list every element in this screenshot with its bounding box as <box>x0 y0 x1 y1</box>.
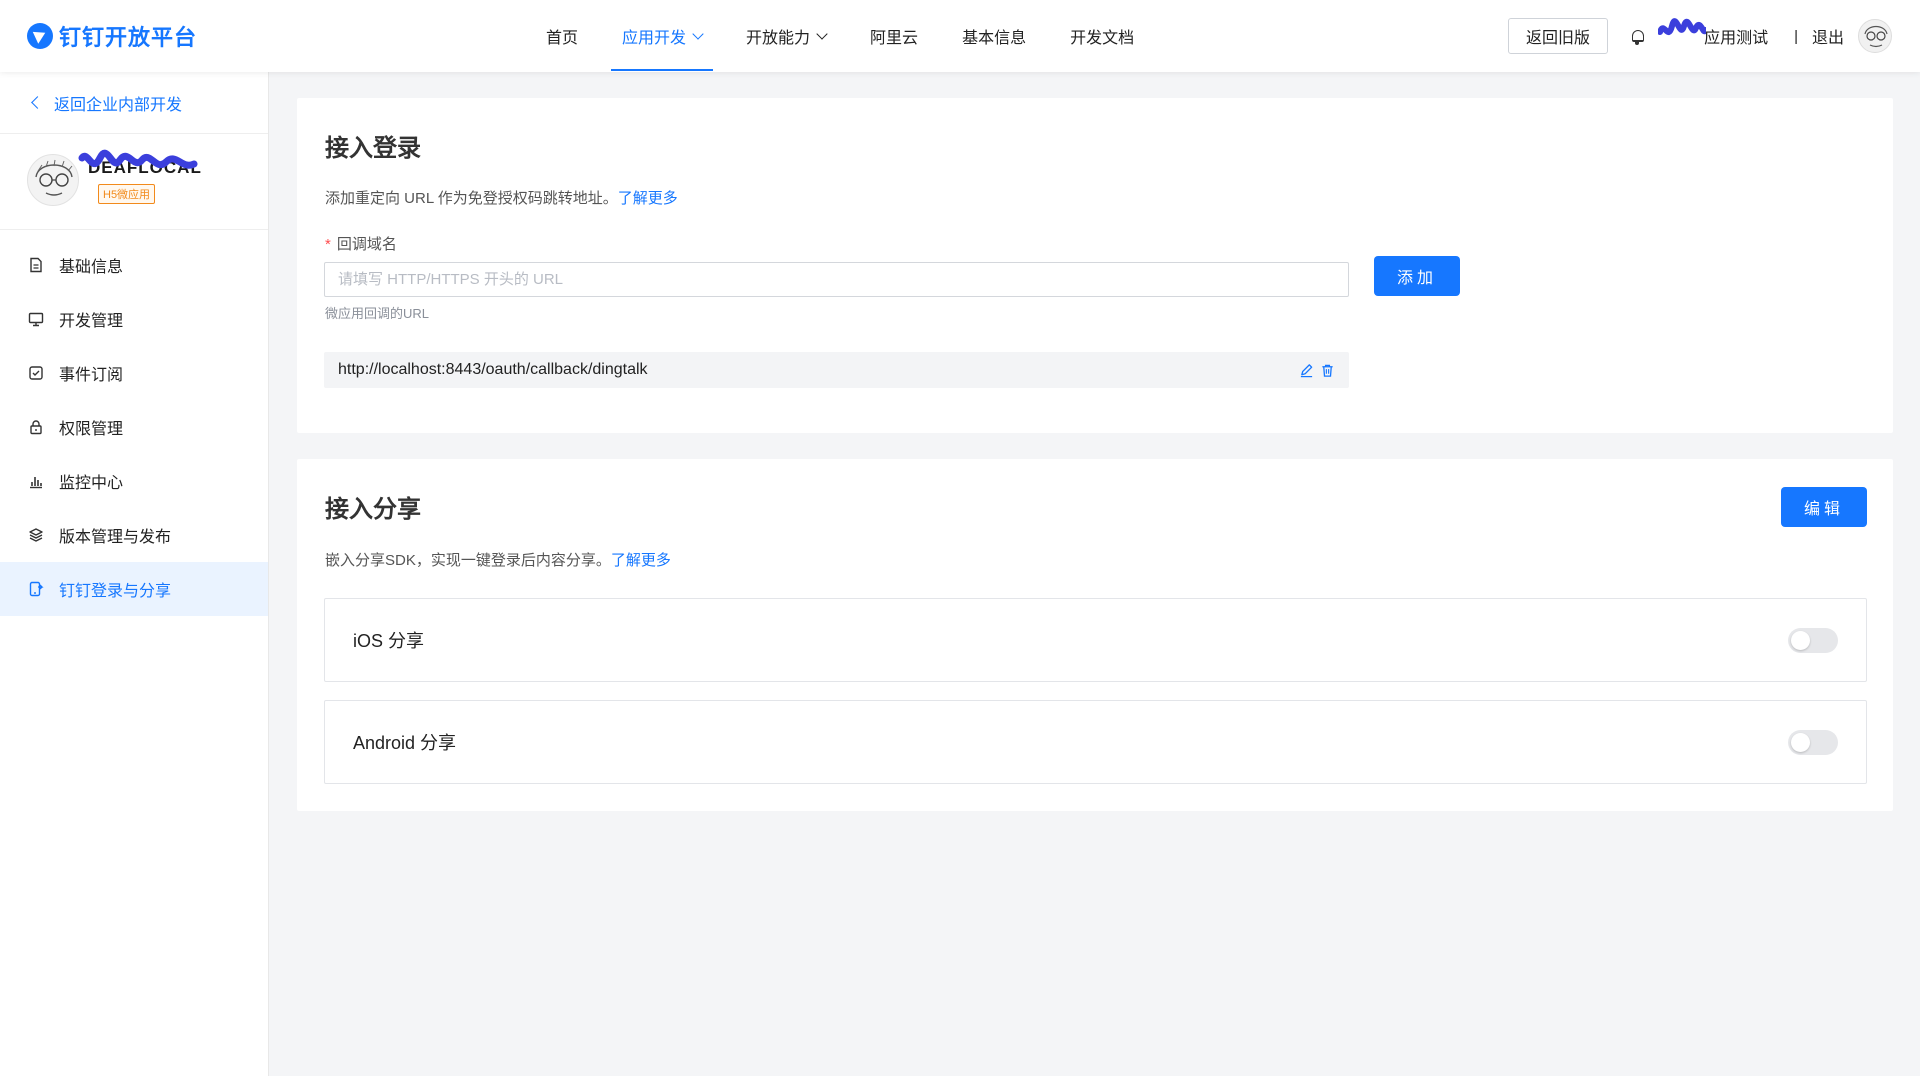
phone-share-icon <box>28 581 44 597</box>
trash-icon[interactable] <box>1320 363 1335 378</box>
android-share-toggle[interactable] <box>1788 729 1838 755</box>
nav-item-open-capabilities[interactable]: 开放能力 <box>735 0 837 72</box>
dingtalk-logo-icon <box>27 23 53 49</box>
redaction-scribble <box>1658 18 1707 35</box>
sidebar-item-label: 基础信息 <box>59 259 124 276</box>
app-type-badge: H5微应用 <box>98 184 156 204</box>
sidebar-item-label: 开发管理 <box>59 313 124 330</box>
callback-url-row: http://localhost:8443/oauth/callback/din… <box>324 352 1349 388</box>
sidebar-item-permissions[interactable]: 权限管理 <box>0 400 268 454</box>
app-info-card: DEAFLOCAL <box>0 134 268 230</box>
share-access-card: 接入分享 编辑 嵌入分享SDK，实现一键登录后内容分享。了解更多 iOS 分享 … <box>297 459 1893 811</box>
description-text: 嵌入分享SDK，实现一键登录后内容分享。 <box>325 552 611 569</box>
back-to-internal-dev-link[interactable]: 返回企业内部开发 <box>0 72 268 134</box>
sidebar-item-label: 钉钉登录与分享 <box>59 583 172 600</box>
user-avatar[interactable] <box>1858 19 1892 53</box>
monitor-icon <box>28 311 44 327</box>
nav-item-label: 开放能力 <box>746 30 811 47</box>
sidebar-item-login-share[interactable]: 钉钉登录与分享 <box>0 562 268 616</box>
divider: | <box>1794 27 1798 45</box>
section-title: 接入分享 <box>325 494 421 523</box>
bell-icon[interactable] <box>1632 30 1645 45</box>
sidebar-item-label: 监控中心 <box>59 475 124 492</box>
sidebar-item-monitoring[interactable]: 监控中心 <box>0 454 268 508</box>
ios-share-toggle[interactable] <box>1788 627 1838 653</box>
nav-item-aliyun[interactable]: 阿里云 <box>859 0 929 72</box>
field-label-text: 回调域名 <box>336 236 397 253</box>
lock-icon <box>28 419 44 435</box>
sidebar-item-label: 权限管理 <box>59 421 124 438</box>
org-name: 应用测试 <box>1704 30 1769 47</box>
brand-name: 钉钉开放平台 <box>59 25 198 50</box>
section-description: 添加重定向 URL 作为免登授权码跳转地址。了解更多 <box>325 187 678 208</box>
row-actions <box>1299 363 1335 378</box>
nav-item-label: 阿里云 <box>870 30 919 47</box>
edit-button[interactable]: 编辑 <box>1780 487 1867 527</box>
sidebar-item-version-release[interactable]: 版本管理与发布 <box>0 508 268 562</box>
learn-more-link[interactable]: 了解更多 <box>618 190 678 207</box>
chevron-down-icon <box>692 28 704 40</box>
callback-url-input[interactable] <box>324 262 1349 297</box>
android-share-row: Android 分享 <box>324 700 1867 784</box>
field-hint: 微应用回调的URL <box>325 306 430 321</box>
nav-item-basic-info[interactable]: 基本信息 <box>951 0 1037 72</box>
redaction-scribble <box>78 149 198 169</box>
callback-url-value: http://localhost:8443/oauth/callback/din… <box>338 361 648 378</box>
chevron-left-icon <box>31 96 44 109</box>
callback-domain-label: * 回调域名 <box>325 233 397 254</box>
sidebar-item-event-subscription[interactable]: 事件订阅 <box>0 346 268 400</box>
section-description: 嵌入分享SDK，实现一键登录后内容分享。了解更多 <box>325 549 671 570</box>
sidebar: 返回企业内部开发 DEAFLOCAL H5微应用 基础信息 开发管理 事件订阅 … <box>0 72 269 1076</box>
nav-item-label: 首页 <box>546 30 579 47</box>
share-row-label: Android 分享 <box>353 733 457 753</box>
login-access-card: 接入登录 添加重定向 URL 作为免登授权码跳转地址。了解更多 * 回调域名 添加… <box>297 98 1893 433</box>
nav-item-label: 开发文档 <box>1070 30 1135 47</box>
org-switcher[interactable]: 应用测试 <box>1658 18 1769 48</box>
required-mark: * <box>325 236 331 253</box>
edit-icon[interactable] <box>1299 363 1314 378</box>
sidebar-item-label: 版本管理与发布 <box>59 529 172 546</box>
ios-share-row: iOS 分享 <box>324 598 1867 682</box>
nav-item-label: 应用开发 <box>622 30 687 47</box>
app-avatar <box>27 154 79 206</box>
nav-item-app-dev[interactable]: 应用开发 <box>611 0 714 72</box>
bar-chart-icon <box>28 473 44 489</box>
description-text: 添加重定向 URL 作为免登授权码跳转地址。 <box>325 190 618 207</box>
sidebar-menu: 基础信息 开发管理 事件订阅 权限管理 监控中心 版本管理与发布 钉钉登录与分享 <box>0 230 268 616</box>
top-navbar: 钉钉开放平台 首页 应用开发 开放能力 阿里云 基本信息 开发文档 返回旧版 应… <box>0 0 1920 72</box>
nav-item-label: 基本信息 <box>962 30 1027 47</box>
sidebar-item-label: 事件订阅 <box>59 367 124 384</box>
chevron-down-icon <box>816 28 828 40</box>
sidebar-item-basic-info[interactable]: 基础信息 <box>0 238 268 292</box>
sidebar-item-dev-management[interactable]: 开发管理 <box>0 292 268 346</box>
back-label: 返回企业内部开发 <box>54 96 183 114</box>
section-title: 接入登录 <box>325 133 421 162</box>
brand-logo[interactable]: 钉钉开放平台 <box>27 22 197 50</box>
layers-icon <box>28 527 44 543</box>
share-row-label: iOS 分享 <box>353 631 425 651</box>
add-button[interactable]: 添加 <box>1374 256 1461 296</box>
nav-item-docs[interactable]: 开发文档 <box>1059 0 1145 72</box>
learn-more-link[interactable]: 了解更多 <box>611 552 671 569</box>
logout-link[interactable]: 退出 <box>1812 24 1844 48</box>
document-icon <box>28 257 44 273</box>
top-right-actions: 返回旧版 应用测试 | 退出 <box>1508 0 1892 72</box>
checkbox-icon <box>28 365 44 381</box>
return-old-version-button[interactable]: 返回旧版 <box>1508 18 1609 54</box>
main-nav: 首页 应用开发 开放能力 阿里云 基本信息 开发文档 <box>535 0 1167 72</box>
nav-item-home[interactable]: 首页 <box>535 0 589 72</box>
